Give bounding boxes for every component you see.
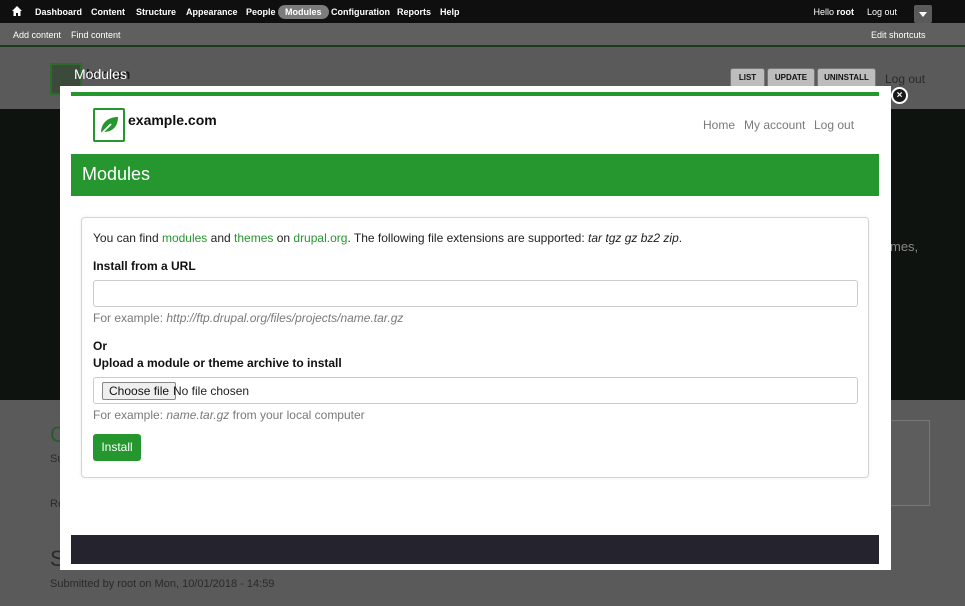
tab-update[interactable]: UPDATE xyxy=(767,68,815,86)
toolbar-modules[interactable]: Modules xyxy=(278,5,329,19)
upload-example: name.tar.gz xyxy=(166,408,230,422)
no-file-chosen-text: No file chosen xyxy=(173,384,250,398)
install-form-panel: You can find modules and themes on drupa… xyxy=(81,217,869,478)
site-name[interactable]: example.com xyxy=(128,112,217,128)
toolbar-appearance[interactable]: Appearance xyxy=(186,7,238,17)
help-prefix: For example: xyxy=(93,311,167,325)
dialog-content-frame: example.com Home My account Log out Modu… xyxy=(71,92,879,564)
supported-extensions: tar tgz gz bz2 zip xyxy=(588,231,679,245)
greeting-text: Hello xyxy=(813,7,834,17)
admin-toolbar: Dashboard Content Structure Appearance P… xyxy=(0,0,965,23)
toolbar-dashboard[interactable]: Dashboard xyxy=(35,7,82,17)
url-field-label: Install from a URL xyxy=(93,259,196,273)
page-title-banner: Modules xyxy=(71,154,879,196)
themes-link[interactable]: themes xyxy=(234,231,273,245)
upload-help-text: For example: name.tar.gz from your local… xyxy=(93,408,365,422)
drupal-org-link[interactable]: drupal.org xyxy=(293,231,347,245)
intro-text: You can find modules and themes on drupa… xyxy=(93,231,682,245)
nav-my-account-link[interactable]: My account xyxy=(744,118,805,132)
shortcut-add-content[interactable]: Add content xyxy=(13,30,61,40)
edit-shortcuts-link[interactable]: Edit shortcuts xyxy=(871,30,926,40)
dialog-title: Modules xyxy=(74,66,127,82)
upload-file-field[interactable]: Choose file No file chosen xyxy=(93,377,858,404)
url-example: http://ftp.drupal.org/files/projects/nam… xyxy=(166,311,404,325)
toolbar-content[interactable]: Content xyxy=(91,7,125,17)
page-title: Modules xyxy=(82,164,151,184)
greeting: Hello root xyxy=(813,7,854,17)
intro-part: . The following file extensions are supp… xyxy=(347,231,589,245)
nav-home-link[interactable]: Home xyxy=(703,118,735,132)
choose-file-button[interactable]: Choose file xyxy=(102,382,177,400)
install-button[interactable]: Install xyxy=(93,434,141,461)
toolbar-structure[interactable]: Structure xyxy=(136,7,176,17)
url-help-text: For example: http://ftp.drupal.org/files… xyxy=(93,311,403,325)
toolbar-toggle-button[interactable] xyxy=(914,5,932,23)
help-prefix: For example: xyxy=(93,408,167,422)
toolbar-configuration[interactable]: Configuration xyxy=(331,7,390,17)
tab-list[interactable]: LIST xyxy=(730,68,765,86)
modules-link[interactable]: modules xyxy=(162,231,207,245)
site-footer xyxy=(71,535,879,564)
shortcut-find-content[interactable]: Find content xyxy=(71,30,121,40)
modules-dialog: example.com Home My account Log out Modu… xyxy=(60,86,891,570)
top-accent-line xyxy=(71,92,879,96)
tab-uninstall[interactable]: UNINSTALL xyxy=(817,68,876,86)
hero-text-fragment: mes, xyxy=(890,239,919,254)
or-label: Or xyxy=(93,339,108,353)
intro-part: You can find xyxy=(93,231,162,245)
logout-link-background: Log out xyxy=(885,72,926,86)
toolbar-logout[interactable]: Log out xyxy=(867,7,897,17)
toolbar-help[interactable]: Help xyxy=(440,7,460,17)
upload-field-label: Upload a module or theme archive to inst… xyxy=(93,356,342,370)
help-suffix: from your local computer xyxy=(229,408,365,422)
nav-logout-link[interactable]: Log out xyxy=(814,118,854,132)
intro-part: and xyxy=(207,231,235,245)
install-url-input[interactable] xyxy=(93,280,858,307)
close-icon[interactable]: × xyxy=(891,87,908,104)
site-logo[interactable] xyxy=(93,108,125,142)
intro-part: . xyxy=(678,231,683,245)
intro-part: on xyxy=(273,231,294,245)
leaf-icon xyxy=(99,117,118,136)
home-icon[interactable] xyxy=(12,6,22,16)
chevron-down-icon xyxy=(919,12,927,17)
username[interactable]: root xyxy=(837,7,855,17)
submitted-info: Submitted by root on Mon, 10/01/2018 - 1… xyxy=(50,578,275,590)
toolbar-reports[interactable]: Reports xyxy=(397,7,431,17)
toolbar-people[interactable]: People xyxy=(246,7,276,17)
shortcuts-bar: Add content Find content Edit shortcuts xyxy=(0,23,965,47)
